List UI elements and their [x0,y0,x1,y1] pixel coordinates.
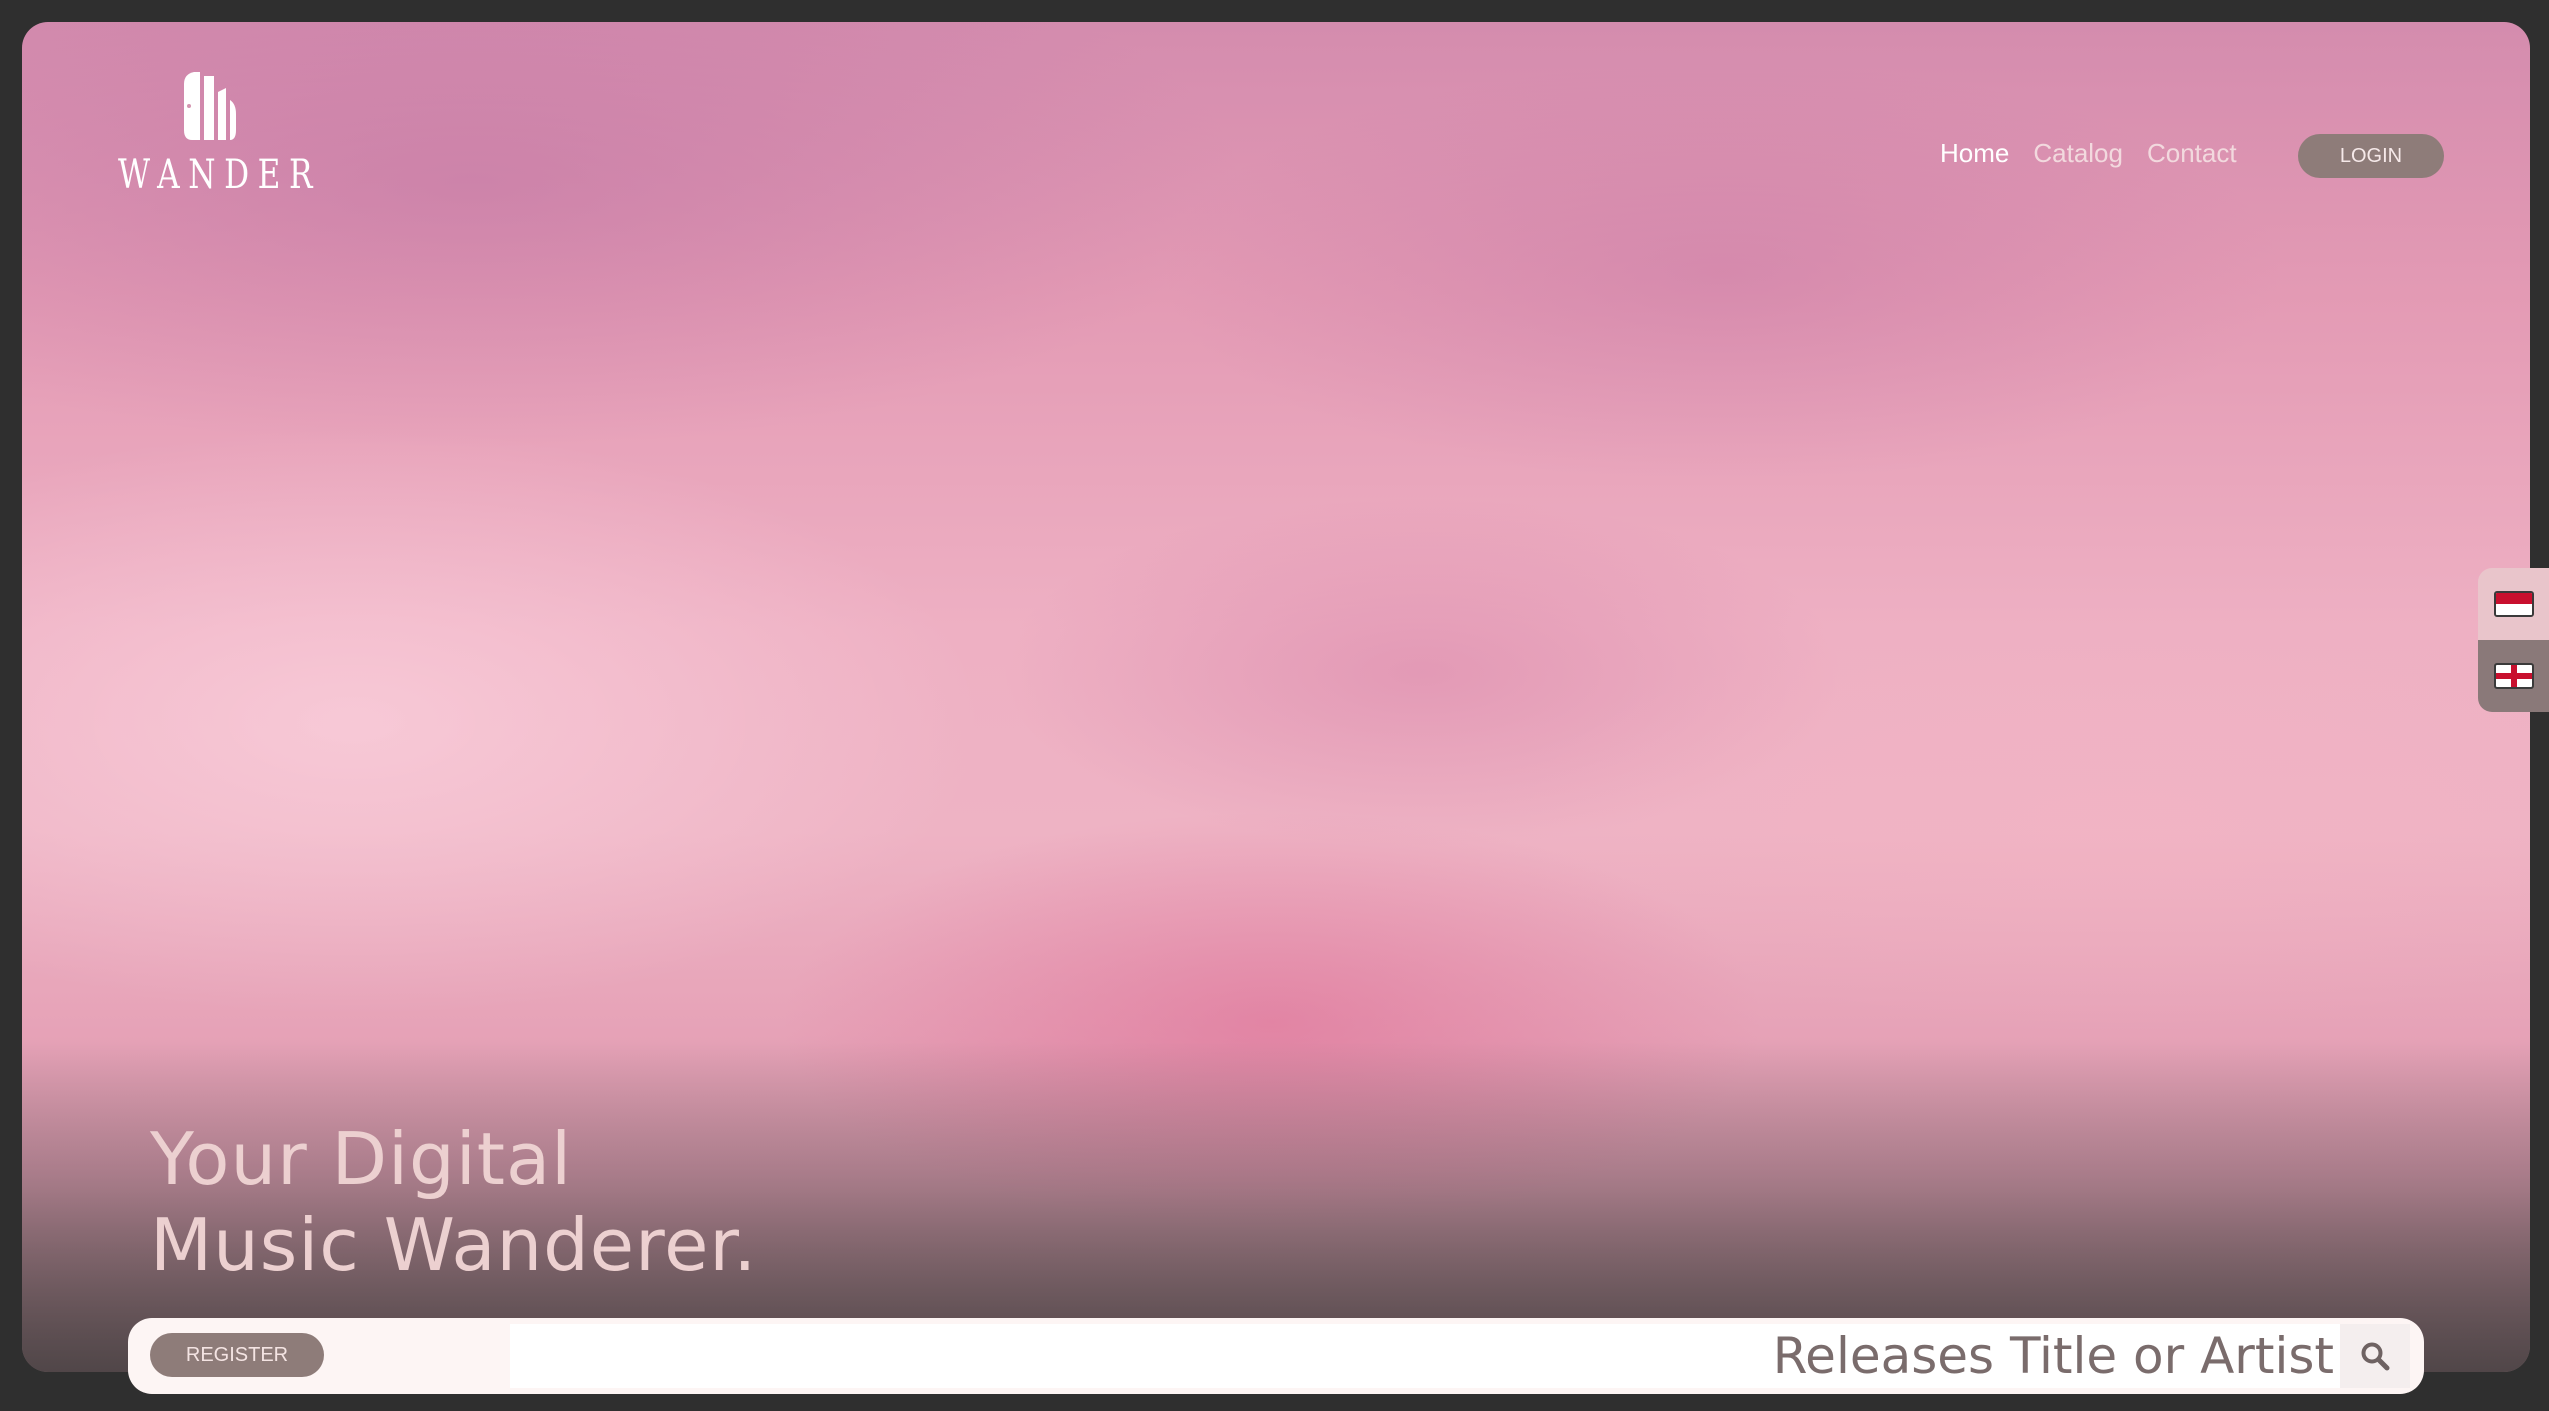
nav-item-catalog[interactable]: Catalog [2033,138,2123,169]
main-nav: Home Catalog Contact [1940,138,2237,169]
nav-item-contact[interactable]: Contact [2147,138,2237,169]
language-switcher [2478,568,2549,712]
nav-item-home[interactable]: Home [1940,138,2009,169]
language-option-en[interactable] [2478,640,2549,712]
brand-name: WANDER [118,152,322,198]
login-button[interactable]: LOGIN [2298,134,2444,178]
search-bar: REGISTER [128,1318,2424,1394]
hero-section: WANDER Home Catalog Contact LOGIN Your D… [22,22,2530,1372]
register-button[interactable]: REGISTER [150,1333,324,1377]
search-button[interactable] [2340,1324,2410,1388]
hero-headline: Your Digital Music Wanderer. [150,1116,757,1288]
hero-headline-line-2: Music Wanderer. [150,1203,758,1287]
hero-headline-line-1: Your Digital [150,1117,573,1201]
wander-logo-icon [184,72,236,140]
search-icon [2361,1342,2390,1371]
indonesia-flag-icon [2493,591,2534,617]
brand-logo[interactable]: WANDER [118,70,322,200]
search-input[interactable] [510,1324,2340,1388]
language-option-id[interactable] [2478,568,2549,640]
england-flag-icon [2493,663,2534,689]
